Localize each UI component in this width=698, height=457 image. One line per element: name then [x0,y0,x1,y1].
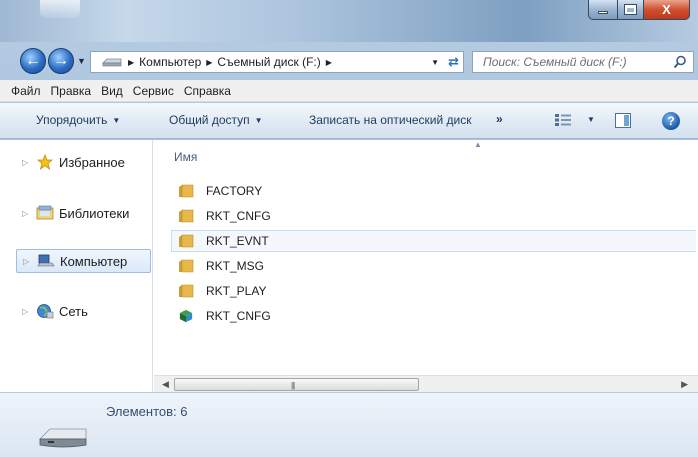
view-options-dropdown-icon[interactable]: ▼ [587,115,595,124]
navigation-pane: ▷ Избранное ▷ Библиотеки ▷ Компьютер ▷ С… [0,140,153,392]
computer-icon [37,253,55,269]
nav-item-computer[interactable]: ▷ Компьютер [16,249,151,273]
folder-icon [179,209,194,223]
recent-pages-dropdown[interactable]: ▼ [77,56,86,66]
address-bar[interactable]: ▶ Компьютер ▶ Съемный диск (F:) ▶ ▼ ⇄ [90,51,464,73]
expand-icon[interactable]: ▷ [22,209,32,218]
share-button[interactable]: Общий доступ ▼ [169,113,263,127]
arrow-right-icon: → [53,52,69,69]
maximize-button[interactable] [618,0,644,20]
menu-help[interactable]: Справка [179,84,236,98]
removable-drive-icon [39,428,87,448]
breadcrumb-separator-icon[interactable]: ▶ [128,58,134,67]
nav-item-label: Библиотеки [59,205,130,221]
more-commands-button[interactable]: » [496,112,503,126]
chevron-down-icon: ▼ [112,115,121,125]
command-bar: Упорядочить ▼ Общий доступ ▼ Записать на… [0,103,698,139]
nav-item-favorites[interactable]: ▷ Избранное [16,150,152,174]
address-row: ← → ▼ ▶ Компьютер ▶ Съемный диск (F:) ▶ … [0,44,698,76]
burn-button[interactable]: Записать на оптический диск [309,113,472,127]
title-bar[interactable]: X [0,0,698,42]
preview-pane-icon[interactable] [615,113,631,128]
breadcrumb-separator-icon[interactable]: ▶ [326,58,332,67]
star-icon [36,154,54,170]
item-count: Элементов: 6 [106,404,188,419]
file-name: RKT_EVNT [206,234,269,248]
nav-item-libraries[interactable]: ▷ Библиотеки [16,201,152,225]
scrollbar-thumb[interactable]: ||| [174,378,419,391]
explorer-window: X ← → ▼ ▶ Компьютер ▶ Съемный диск (F:) … [0,0,698,457]
breadcrumb-removable-disk[interactable]: Съемный диск (F:) [217,55,320,69]
file-name: RKT_CNFG [206,209,271,223]
folder-icon [179,184,194,198]
maximize-icon [624,4,637,15]
folder-icon [179,234,194,248]
search-icon[interactable] [673,55,687,69]
chevron-down-icon: ▼ [254,115,263,125]
refresh-icon[interactable]: ⇄ [448,54,459,70]
address-dropdown-icon[interactable]: ▼ [431,58,439,67]
menu-file[interactable]: Файл [6,84,46,98]
forward-button[interactable]: → [48,48,74,74]
share-label: Общий доступ [169,113,250,127]
file-name: RKT_PLAY [206,284,267,298]
grip-icon: ||| [291,381,295,390]
package-icon [179,309,193,323]
folder-icon [179,284,194,298]
minimize-button[interactable] [588,0,618,20]
menu-view[interactable]: Вид [96,84,128,98]
scroll-right-icon[interactable]: ▶ [681,379,688,390]
nav-item-label: Избранное [59,154,125,170]
scroll-left-icon[interactable]: ◀ [162,379,169,390]
organize-label: Упорядочить [36,113,108,127]
search-box[interactable] [472,51,694,73]
file-name: FACTORY [206,184,263,198]
search-input[interactable] [483,55,673,69]
window-glass-highlight [40,0,80,18]
change-view-icon[interactable] [555,114,571,126]
expand-icon[interactable]: ▷ [22,158,32,167]
details-pane: Элементов: 6 [0,392,698,457]
folder-icon [179,259,194,273]
nav-item-label: Компьютер [60,253,128,269]
column-header-name[interactable]: Имя [174,150,197,164]
close-button[interactable]: X [644,0,690,20]
nav-item-network[interactable]: ▷ Сеть [16,299,152,323]
file-name: RKT_MSG [206,259,265,273]
minimize-icon [598,11,608,14]
back-button[interactable]: ← [20,48,46,74]
libraries-icon [36,205,54,221]
menu-bar: Файл Правка Вид Сервис Справка [0,80,698,102]
breadcrumb-computer[interactable]: Компьютер [139,55,201,69]
arrow-left-icon: ← [25,52,41,69]
menu-tools[interactable]: Сервис [128,84,179,98]
burn-label: Записать на оптический диск [309,113,472,127]
horizontal-scrollbar[interactable]: ◀ ||| ▶ [154,375,698,392]
file-list: ▲ Имя FACTORY RKT_CNFG RKT_EVNT RKT_MSG … [154,140,698,392]
breadcrumb-separator-icon[interactable]: ▶ [206,58,212,67]
help-icon[interactable]: ? [662,112,680,130]
file-name: RKT_CNFG [206,309,271,323]
nav-item-label: Сеть [59,303,88,319]
list-item[interactable]: RKT_CNFG [172,305,697,327]
caption-buttons: X [588,0,690,22]
sort-ascending-icon: ▲ [474,140,482,149]
menu-edit[interactable]: Правка [46,84,97,98]
list-item[interactable]: RKT_PLAY [172,280,697,302]
list-item[interactable]: FACTORY [172,180,697,202]
list-item[interactable]: RKT_MSG [172,255,697,277]
expand-icon[interactable]: ▷ [23,257,33,266]
drive-icon [102,58,122,67]
content-area: ▷ Избранное ▷ Библиотеки ▷ Компьютер ▷ С… [0,140,698,392]
list-item[interactable]: RKT_CNFG [172,205,697,227]
list-item[interactable]: RKT_EVNT [171,230,696,252]
expand-icon[interactable]: ▷ [22,307,32,316]
organize-button[interactable]: Упорядочить ▼ [36,113,120,127]
network-icon [36,303,54,319]
